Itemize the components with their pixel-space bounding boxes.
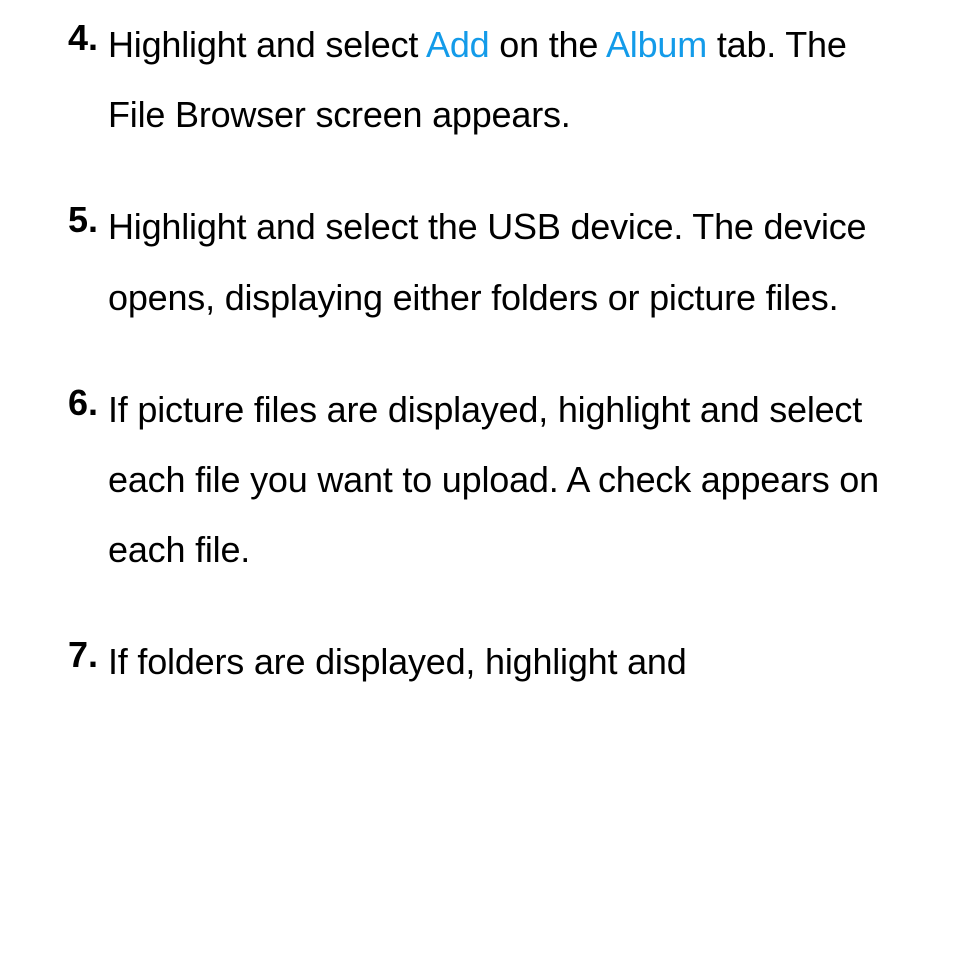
- keyword-add: Add: [426, 24, 489, 65]
- list-item: 7. If folders are displayed, highlight a…: [60, 627, 894, 697]
- keyword-album: Album: [606, 24, 707, 65]
- item-number: 5.: [60, 192, 98, 248]
- item-text: If folders are displayed, highlight and: [108, 627, 687, 697]
- item-text: If picture files are displayed, highligh…: [108, 375, 894, 586]
- list-item: 5. Highlight and select the USB device. …: [60, 192, 894, 332]
- text: on the: [489, 24, 606, 65]
- item-text: Highlight and select Add on the Album ta…: [108, 10, 894, 150]
- item-number: 6.: [60, 375, 98, 431]
- item-text: Highlight and select the USB device. The…: [108, 192, 894, 332]
- text: Highlight and select the USB device. The…: [108, 206, 866, 317]
- list-item: 4. Highlight and select Add on the Album…: [60, 10, 894, 150]
- item-number: 7.: [60, 627, 98, 683]
- list-item: 6. If picture files are displayed, highl…: [60, 375, 894, 586]
- text: If picture files are displayed, highligh…: [108, 389, 879, 570]
- document-page: 4. Highlight and select Add on the Album…: [0, 0, 954, 698]
- text: Highlight and select: [108, 24, 426, 65]
- text: If folders are displayed, highlight and: [108, 641, 687, 682]
- item-number: 4.: [60, 10, 98, 66]
